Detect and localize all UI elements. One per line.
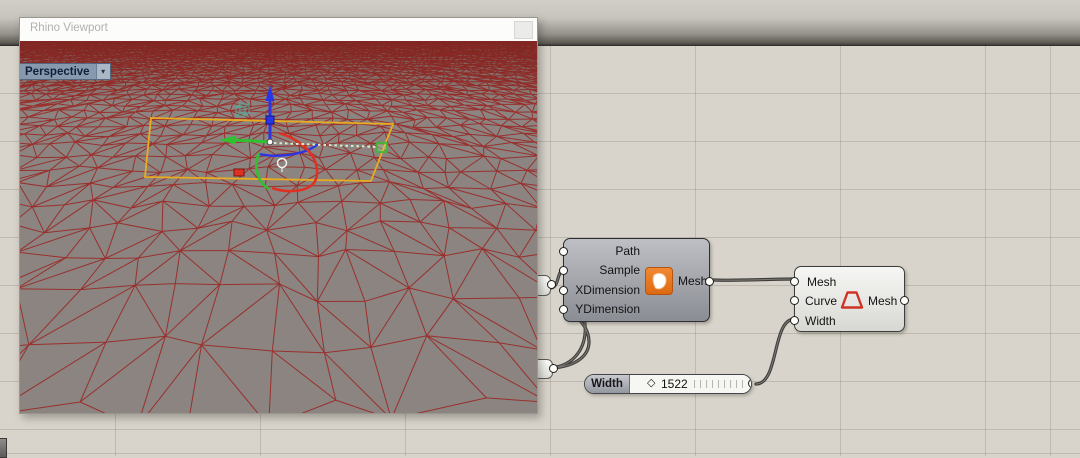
gumball-overlay xyxy=(20,41,537,413)
gumball-z-arrowhead[interactable] xyxy=(266,85,275,101)
output-mesh-label: Mesh xyxy=(868,294,897,308)
snap-cube-icon xyxy=(236,104,249,116)
drag-track-dotted xyxy=(274,143,378,147)
port-mesh-in[interactable] xyxy=(790,277,799,286)
input-mesh: Mesh xyxy=(807,275,836,289)
mesh-surface-icon xyxy=(645,267,673,295)
window-titlebar[interactable]: Rhino Viewport xyxy=(20,18,537,42)
input-width: Width xyxy=(805,314,836,328)
width-number-slider[interactable]: Width ◇ 1522 xyxy=(584,374,752,394)
gumball-center[interactable] xyxy=(267,139,273,145)
viewport-3d[interactable]: Perspective ▾ xyxy=(20,41,537,413)
viewport-mode-label: Perspective xyxy=(20,64,96,79)
port-width-in[interactable] xyxy=(790,316,799,325)
scale-handle-red[interactable] xyxy=(234,169,244,176)
rotate-arc-green[interactable] xyxy=(256,153,269,189)
close-button[interactable] xyxy=(514,21,533,39)
slider-value: 1522 xyxy=(661,377,688,391)
port-mesh-out[interactable] xyxy=(900,296,909,305)
trapezoid-icon xyxy=(839,290,865,310)
gumball-z-handle[interactable] xyxy=(266,116,274,124)
component-loft[interactable]: Mesh Curve Width Mesh xyxy=(794,266,905,332)
output-port[interactable] xyxy=(547,280,556,289)
input-labels: Path Sample XDimension YDimension xyxy=(568,242,640,320)
slider-ticks xyxy=(694,380,746,388)
port-sample[interactable] xyxy=(559,266,568,275)
gumball-x-arrow[interactable] xyxy=(234,140,270,142)
port-xdimension[interactable] xyxy=(559,286,568,295)
input-curve: Curve xyxy=(805,294,837,308)
chevron-down-icon[interactable]: ▾ xyxy=(96,64,110,79)
slider-diamond-handle[interactable]: ◇ xyxy=(647,376,655,389)
component-mesh-surface[interactable]: Path Sample XDimension YDimension Mesh xyxy=(563,238,710,322)
input-xdimension: XDimension xyxy=(568,281,640,301)
window-title: Rhino Viewport xyxy=(30,22,108,34)
port-path[interactable] xyxy=(559,247,568,256)
port-ydimension[interactable] xyxy=(559,305,568,314)
input-ydimension: YDimension xyxy=(568,300,640,320)
input-path: Path xyxy=(568,242,640,262)
output-mesh-label: Mesh xyxy=(678,274,707,288)
viewport-mode-dropdown[interactable]: Perspective ▾ xyxy=(20,63,111,80)
rotate-arc-red[interactable] xyxy=(272,133,317,191)
gumball-x-arrowhead[interactable] xyxy=(219,136,236,145)
slider-output-port[interactable] xyxy=(748,379,752,388)
slider-track[interactable]: ◇ 1522 xyxy=(630,375,751,393)
mouse-cursor-circle xyxy=(278,159,287,168)
input-sample: Sample xyxy=(568,261,640,281)
drag-handle-green-square[interactable] xyxy=(377,143,387,152)
clipped-ui-chip xyxy=(0,438,7,458)
port-mesh-out[interactable] xyxy=(705,277,714,286)
port-curve-in[interactable] xyxy=(790,296,799,305)
output-port[interactable] xyxy=(549,364,558,373)
rhino-viewport-window[interactable]: Rhino Viewport xyxy=(19,17,538,414)
slider-label: Width xyxy=(585,375,630,393)
